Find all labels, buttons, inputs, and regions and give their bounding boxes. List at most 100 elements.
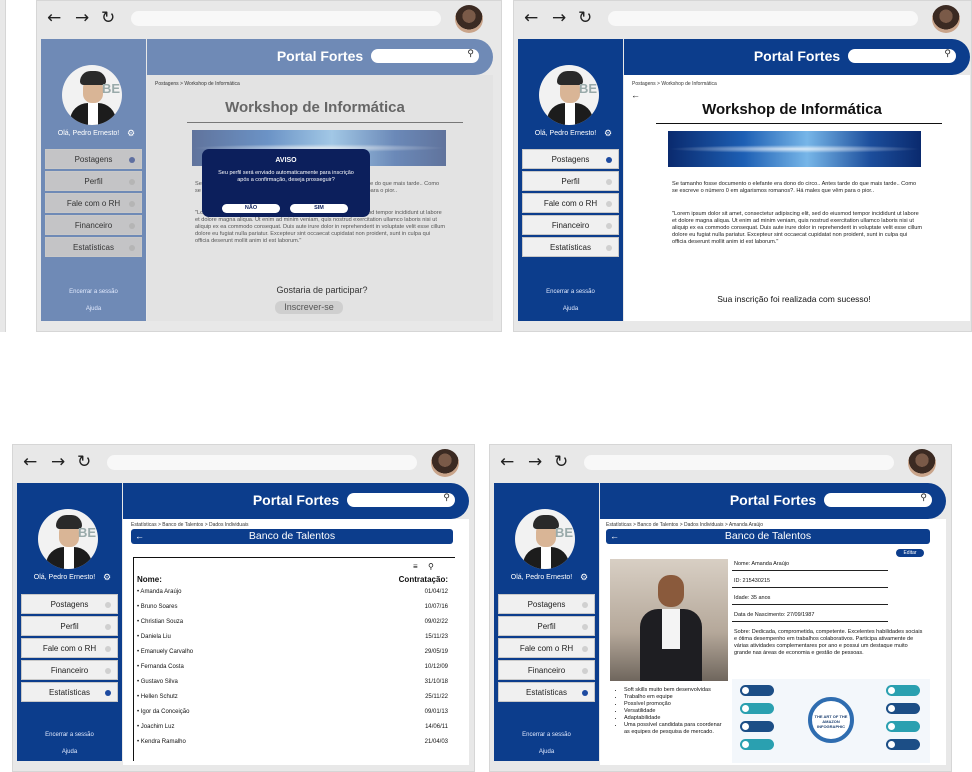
address-bar[interactable] [584, 455, 894, 470]
sidebar-item-perfil[interactable]: Perfil [21, 616, 118, 636]
back-arrow-icon[interactable]: ← [631, 90, 640, 100]
breadcrumb[interactable]: Postagens > Workshop de Informática [632, 81, 717, 87]
sidebar-item-financeiro[interactable]: Financeiro [21, 660, 118, 680]
header: Portal Fortes ⚲ [123, 483, 469, 519]
logout-link[interactable]: Encerrar a sessão [494, 732, 599, 738]
talent-row-name[interactable]: • Hellen Schutz [137, 694, 178, 700]
divider [732, 621, 888, 622]
sidebar-item-postagens[interactable]: Postagens [522, 149, 619, 169]
forward-icon[interactable]: → [75, 9, 89, 27]
back-icon[interactable]: ← [23, 453, 37, 471]
sidebar-item-perfil[interactable]: Perfil [498, 616, 595, 636]
gear-icon[interactable]: ⚙ [127, 128, 135, 139]
browser-profile-avatar[interactable] [908, 449, 936, 477]
reload-icon[interactable]: ↻ [578, 9, 592, 27]
sidebar-item-postagens[interactable]: Postagens [45, 149, 142, 169]
help-link[interactable]: Ajuda [17, 749, 122, 755]
forward-icon[interactable]: → [552, 9, 566, 27]
sidebar-item-perfil[interactable]: Perfil [45, 171, 142, 191]
help-link[interactable]: Ajuda [494, 749, 599, 755]
talent-row-name[interactable]: • Fernanda Costa [137, 664, 184, 670]
search-icon[interactable]: ⚲ [443, 492, 450, 503]
talent-row-name[interactable]: • Gustavo Silva [137, 679, 178, 685]
edit-button[interactable]: Editar [896, 549, 924, 557]
sidebar-item-rh[interactable]: Fale com o RH [45, 193, 142, 213]
breadcrumb[interactable]: Estatísticas > Banco de Talentos > Dados… [131, 522, 248, 528]
sidebar-item-financeiro[interactable]: Financeiro [522, 215, 619, 235]
banner-image [668, 131, 921, 167]
success-message: Sua inscrição foi realizada com sucesso! [717, 294, 871, 304]
talent-row-date: 01/04/12 [424, 589, 448, 595]
talent-row-name[interactable]: • Joachim Luz [137, 724, 174, 730]
search-icon[interactable]: ⚲ [920, 492, 927, 503]
browser-toolbar: ← → ↻ [13, 445, 474, 481]
sidebar-item-rh[interactable]: Fale com o RH [522, 193, 619, 213]
sidebar-item-perfil[interactable]: Perfil [522, 171, 619, 191]
forward-icon[interactable]: → [528, 453, 542, 471]
sidebar: BE Olá, Pedro Ernesto! ⚙ Postagens Perfi… [17, 483, 122, 761]
search-icon[interactable]: ⚲ [467, 48, 474, 59]
search-icon[interactable]: ⚲ [944, 48, 951, 59]
menu-icon[interactable]: ≡ [413, 562, 418, 571]
gear-icon[interactable]: ⚙ [580, 572, 588, 583]
search-input[interactable]: ⚲ [824, 492, 932, 507]
radio-icon [606, 157, 612, 163]
gear-icon[interactable]: ⚙ [103, 572, 111, 583]
reload-icon[interactable]: ↻ [101, 9, 115, 27]
logout-link[interactable]: Encerrar a sessão [17, 732, 122, 738]
address-bar[interactable] [608, 11, 918, 26]
search-icon[interactable]: ⚲ [428, 562, 434, 571]
sidebar-item-estatisticas[interactable]: Estatísticas [45, 237, 142, 257]
radio-icon [129, 223, 135, 229]
sidebar-item-postagens[interactable]: Postagens [498, 594, 595, 614]
greeting: Olá, Pedro Ernesto! [57, 130, 120, 137]
help-link[interactable]: Ajuda [518, 306, 623, 312]
talent-row-name[interactable]: • Christian Souza [137, 619, 183, 625]
browser-profile-avatar[interactable] [932, 5, 960, 33]
sidebar-item-postagens[interactable]: Postagens [21, 594, 118, 614]
reload-icon[interactable]: ↻ [77, 453, 91, 471]
address-bar[interactable] [131, 11, 441, 26]
gear-icon[interactable]: ⚙ [604, 128, 612, 139]
breadcrumb[interactable]: Estatísticas > Banco de Talentos > Dados… [606, 522, 763, 528]
talent-row-name[interactable]: • Kendra Ramalho [137, 739, 186, 745]
talent-row-name[interactable]: • Igor da Conceição [137, 709, 189, 715]
talent-row-name[interactable]: • Bruno Soares [137, 604, 177, 610]
forward-icon[interactable]: → [51, 453, 65, 471]
radio-icon [582, 646, 588, 652]
enroll-button[interactable]: Inscrever-se [275, 301, 343, 314]
talent-row-name[interactable]: • Daniela Liu [137, 634, 171, 640]
talent-row-name[interactable]: • Emanuely Carvalho [137, 649, 193, 655]
radio-icon [582, 690, 588, 696]
browser-toolbar: ← → ↻ [490, 445, 951, 481]
no-button[interactable]: NÃO [222, 204, 280, 213]
address-bar[interactable] [107, 455, 417, 470]
sidebar-item-rh[interactable]: Fale com o RH [21, 638, 118, 658]
browser-profile-avatar[interactable] [455, 5, 483, 33]
logout-link[interactable]: Encerrar a sessão [518, 289, 623, 295]
sidebar-item-estatisticas[interactable]: Estatísticas [522, 237, 619, 257]
radio-icon [129, 157, 135, 163]
sidebar-item-estatisticas[interactable]: Estatísticas [21, 682, 118, 702]
search-input[interactable]: ⚲ [848, 48, 956, 63]
breadcrumb[interactable]: Postagens > Workshop de Informática [155, 81, 240, 87]
sidebar-item-estatisticas[interactable]: Estatísticas [498, 682, 595, 702]
back-icon[interactable]: ← [47, 9, 61, 27]
sidebar-item-financeiro[interactable]: Financeiro [498, 660, 595, 680]
search-input[interactable]: ⚲ [347, 492, 455, 507]
divider [187, 122, 463, 123]
radio-icon [582, 624, 588, 630]
back-icon[interactable]: ← [500, 453, 514, 471]
participate-question: Gostaria de participar? [276, 285, 368, 295]
reload-icon[interactable]: ↻ [554, 453, 568, 471]
logout-link[interactable]: Encerrar a sessão [41, 289, 146, 295]
sidebar-item-financeiro[interactable]: Financeiro [45, 215, 142, 235]
browser-profile-avatar[interactable] [431, 449, 459, 477]
talent-row-name[interactable]: • Amanda Araújo [137, 589, 181, 595]
back-icon[interactable]: ← [524, 9, 538, 27]
search-input[interactable]: ⚲ [371, 48, 479, 63]
radio-icon [105, 602, 111, 608]
help-link[interactable]: Ajuda [41, 306, 146, 312]
yes-button[interactable]: SIM [290, 204, 348, 213]
sidebar-item-rh[interactable]: Fale com o RH [498, 638, 595, 658]
